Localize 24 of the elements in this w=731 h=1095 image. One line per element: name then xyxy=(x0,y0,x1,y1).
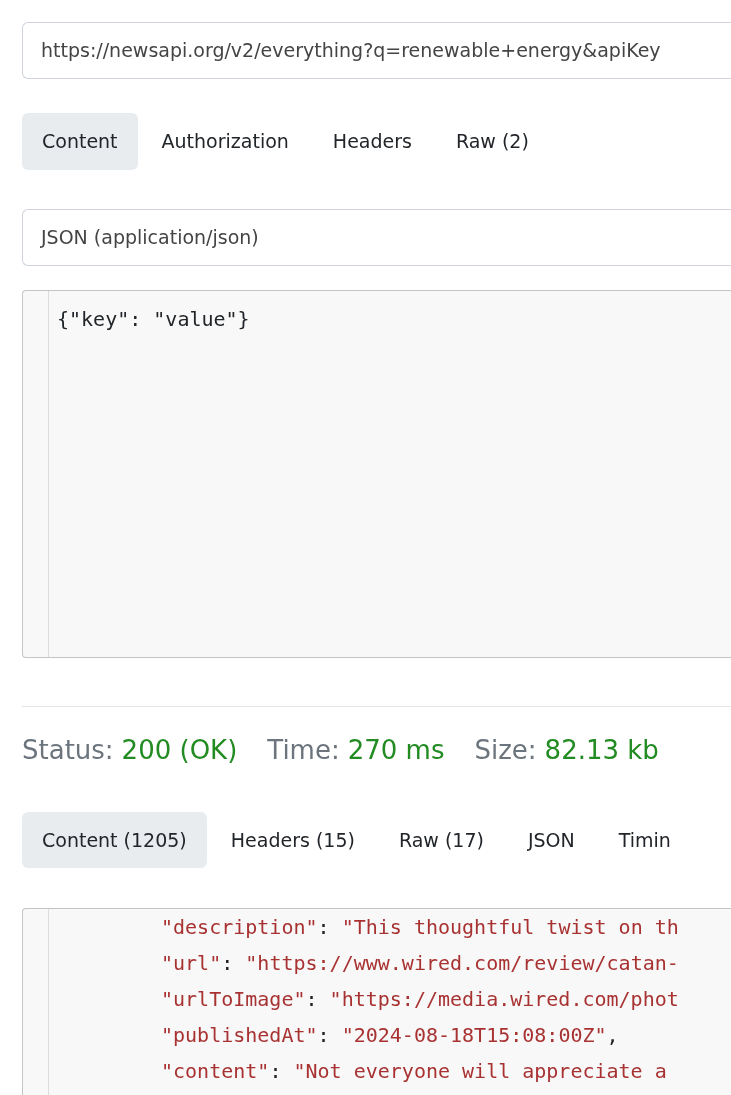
code-line: "urlToImage": "https://media.wired.com/phot xyxy=(161,986,679,1013)
tab[interactable]: JSON xyxy=(507,811,595,868)
url-field[interactable]: https://newsapi.org/v2/everything?q=renewable+energy&apiKey xyxy=(22,22,731,79)
tab[interactable]: Headers (15) xyxy=(210,811,375,868)
tab[interactable]: Content (1205) xyxy=(22,811,207,868)
tab[interactable]: Content xyxy=(22,113,138,170)
stat-value: 200 (OK) xyxy=(121,733,238,767)
tab[interactable]: Headers xyxy=(312,113,432,170)
stat-label: Size: xyxy=(474,733,537,767)
stat-label: Status: xyxy=(22,733,114,767)
content-type-select[interactable]: JSON (application/json) xyxy=(22,208,731,266)
code-line: "url": "https://www.wired.com/review/catan- xyxy=(161,950,679,977)
stat-label: Time: xyxy=(267,733,340,767)
tab[interactable]: Raw (17) xyxy=(378,811,504,868)
code-line: {"key": "value"} xyxy=(57,305,250,333)
code-line: "content": "Not everyone will appreciate a xyxy=(161,1058,668,1085)
request-body-editor[interactable]: {"key": "value"} xyxy=(22,289,731,658)
code-line: "description": "This thoughtful twist on th xyxy=(161,914,679,941)
tab[interactable]: Authorization xyxy=(141,113,309,170)
stat-value: 270 ms xyxy=(347,733,445,767)
code-line: "publishedAt": "2024-08-18T15:08:00Z", xyxy=(161,1022,620,1049)
tab[interactable]: Timin xyxy=(598,811,691,868)
stat-value: 82.13 kb xyxy=(544,733,659,767)
tab[interactable]: Raw (2) xyxy=(435,113,549,170)
